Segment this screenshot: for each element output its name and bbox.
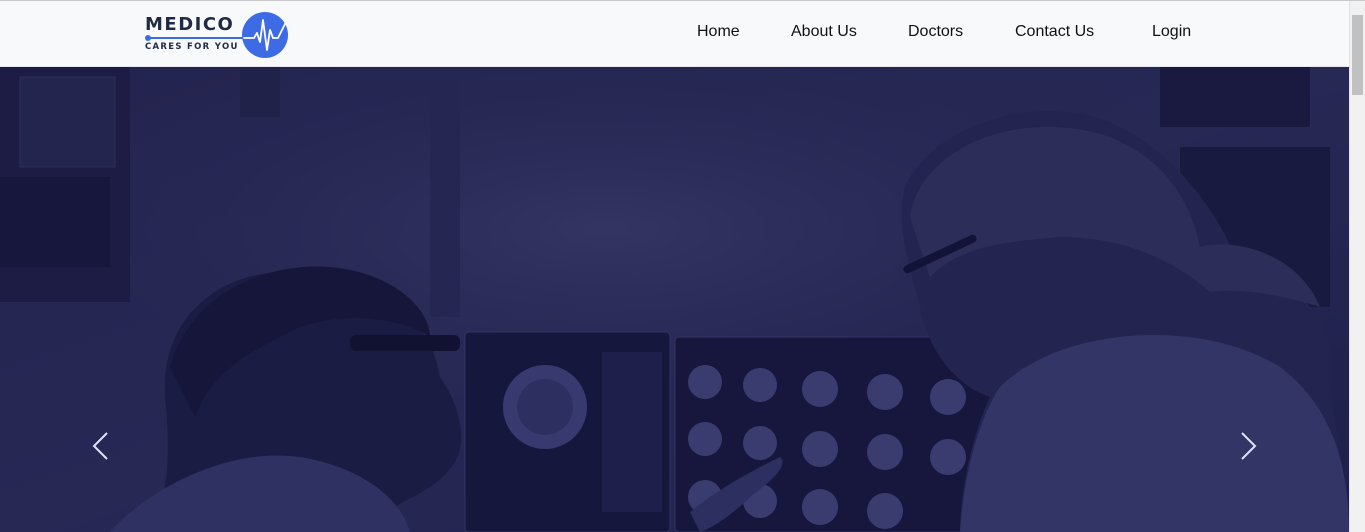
chevron-left-icon[interactable] bbox=[90, 430, 112, 462]
brand-tagline: CARES FOR YOU bbox=[145, 42, 239, 52]
chevron-right-icon[interactable] bbox=[1237, 430, 1259, 462]
page-scrollbar[interactable] bbox=[1349, 1, 1365, 532]
nav-doctors[interactable]: Doctors bbox=[908, 23, 963, 41]
brand-underline bbox=[147, 37, 243, 39]
navbar: MEDICO CARES FOR YOU Home About Us Docto… bbox=[0, 1, 1349, 67]
hero-carousel bbox=[0, 67, 1349, 532]
page: MEDICO CARES FOR YOU Home About Us Docto… bbox=[0, 0, 1365, 532]
brand-name: MEDICO bbox=[145, 14, 235, 35]
nav-login[interactable]: Login bbox=[1152, 23, 1191, 41]
heartbeat-icon bbox=[242, 12, 288, 58]
scrollbar-thumb[interactable] bbox=[1352, 15, 1363, 95]
nav-about-us[interactable]: About Us bbox=[791, 23, 857, 41]
hero-overlay bbox=[0, 67, 1349, 532]
nav-contact-us[interactable]: Contact Us bbox=[1015, 23, 1094, 41]
nav-home[interactable]: Home bbox=[697, 23, 740, 41]
brand-logo[interactable]: MEDICO CARES FOR YOU bbox=[145, 11, 295, 59]
